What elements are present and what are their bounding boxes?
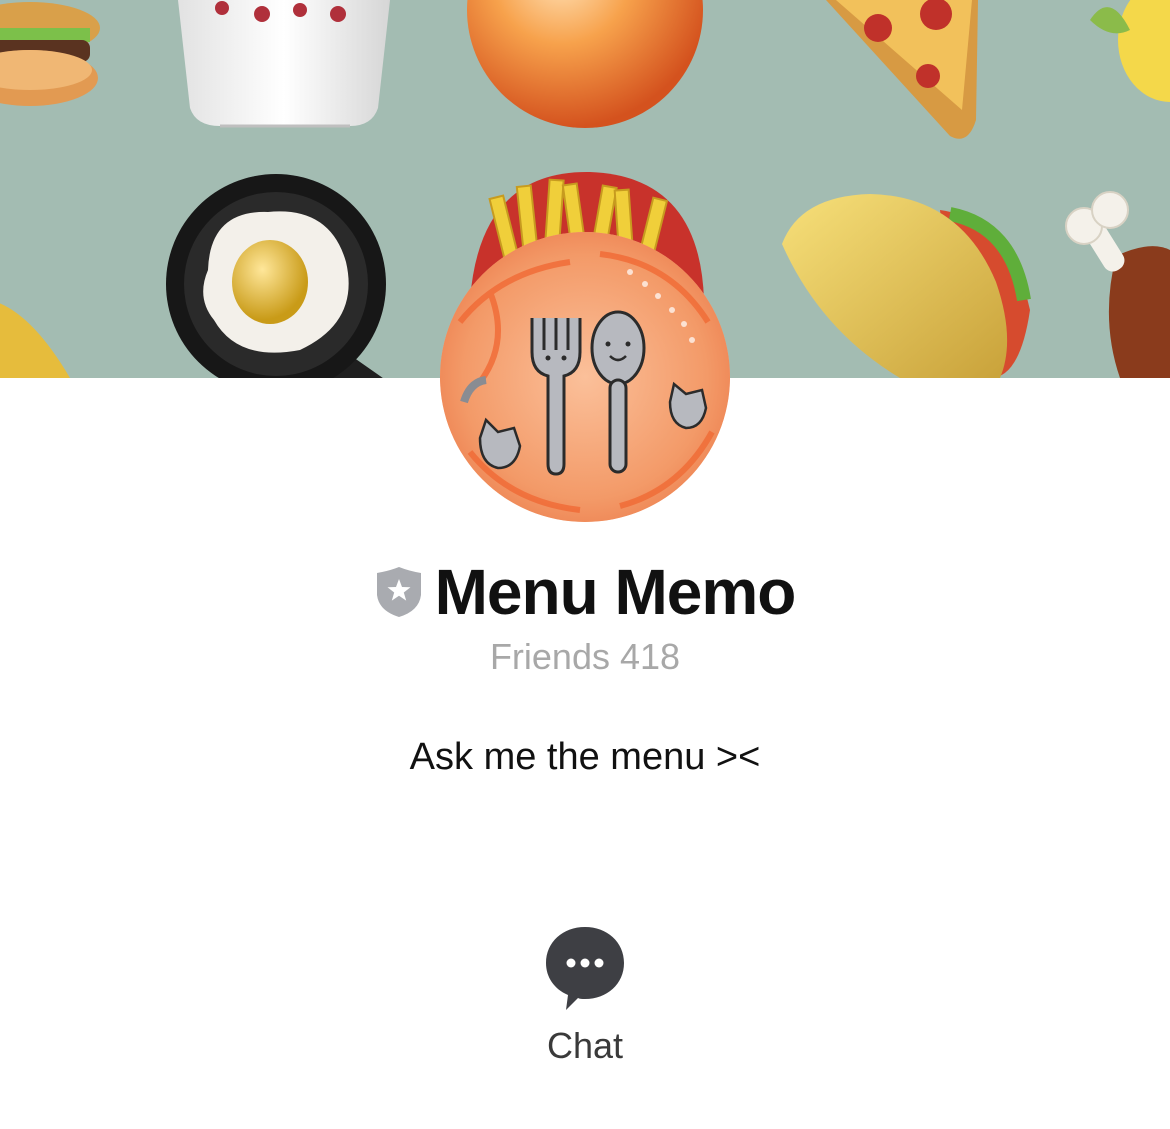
lemon-illustration [1090,0,1170,102]
drink-cup-illustration [178,0,390,128]
profile-title-row: Menu Memo [0,552,1170,632]
taco-illustration [782,194,1031,378]
pizza-slice-illustration [826,0,978,139]
chicken-drumstick-illustration [1065,191,1170,378]
pancake-illustration [0,303,70,378]
orange-illustration [467,0,703,128]
status-message: Ask me the menu >< [409,736,761,778]
shield-star-icon [376,567,421,617]
friends-number: 418 [619,636,681,677]
friends-count: Friends 418 [0,636,1170,678]
burger-illustration [0,2,100,106]
chat-label: Chat [546,1025,624,1066]
chat-bubble-icon [546,927,624,1010]
chat-button[interactable]: Chat [505,925,665,1075]
fried-egg-pan-illustration [166,174,393,378]
profile-name: Menu Memo [434,556,797,628]
friends-label: Friends [489,636,610,677]
profile-avatar[interactable] [440,232,730,522]
